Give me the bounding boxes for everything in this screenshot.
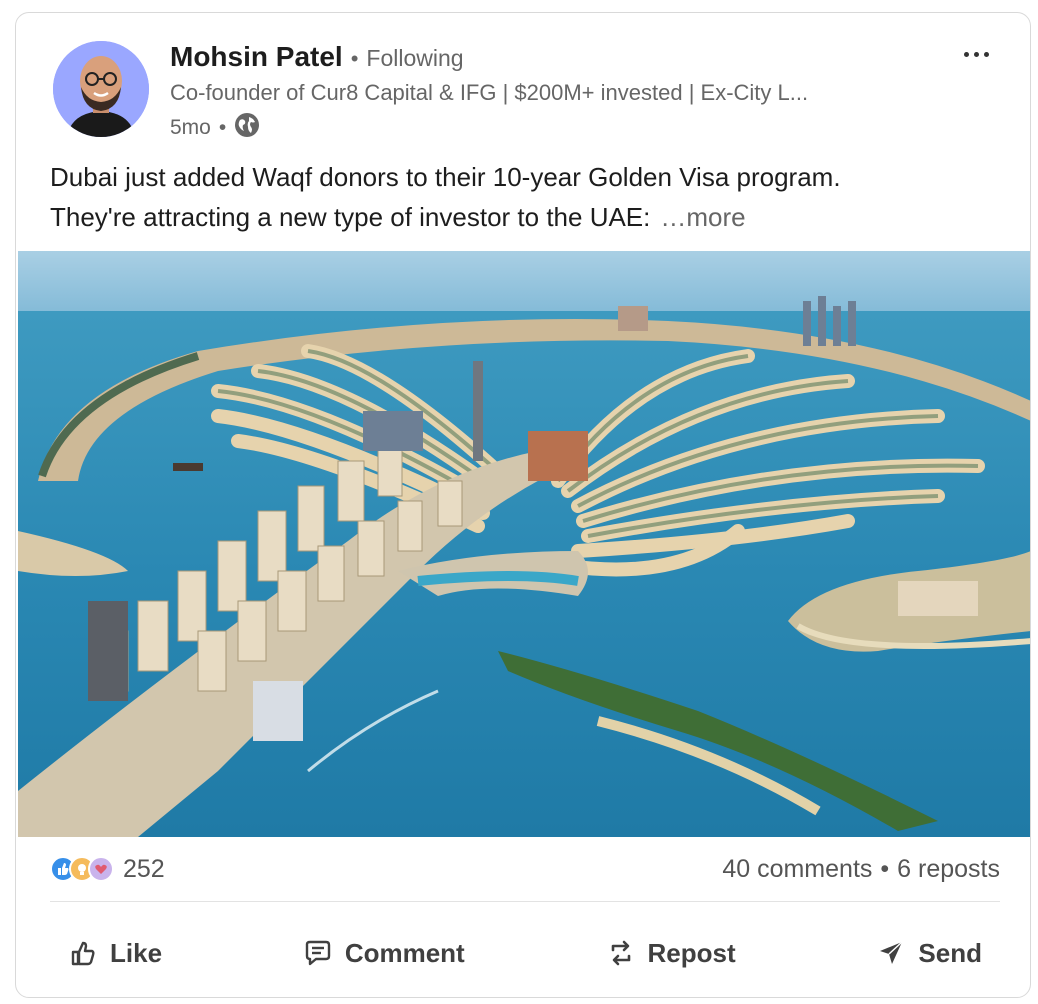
support-reaction-icon <box>88 856 114 882</box>
like-label: Like <box>110 937 163 968</box>
reaction-summary[interactable]: 252 <box>50 855 165 884</box>
comments-count[interactable]: 40 comments <box>722 855 872 884</box>
post-time[interactable]: 5mo <box>170 116 211 140</box>
author-name[interactable]: Mohsin Patel <box>170 41 343 73</box>
reposts-count[interactable]: 6 reposts <box>897 855 1000 884</box>
send-label: Send <box>918 937 982 968</box>
author-avatar[interactable] <box>53 41 149 137</box>
post-text-line-1: Dubai just added Waqf donors to their 10… <box>50 162 841 192</box>
see-more-link[interactable]: …more <box>660 202 745 232</box>
send-button[interactable]: Send <box>858 930 1000 977</box>
post-card: Mohsin Patel • Following Co-founder of C… <box>15 12 1031 998</box>
send-icon <box>880 941 903 964</box>
more-dot <box>973 51 979 57</box>
post-text: Dubai just added Waqf donors to their 10… <box>50 157 1000 237</box>
post-image[interactable] <box>18 251 1031 837</box>
comment-label: Comment <box>344 937 465 968</box>
repost-icon <box>611 940 630 966</box>
globe-icon <box>234 112 260 144</box>
counts-separator: • <box>880 854 890 883</box>
comment-icon <box>305 940 331 966</box>
post-text-line-2: They're attracting a new type of investo… <box>50 202 651 232</box>
repost-label: Repost <box>647 937 736 968</box>
reaction-count[interactable]: 252 <box>123 855 165 884</box>
like-button[interactable]: Like <box>50 930 180 977</box>
more-dot <box>983 51 989 57</box>
time-separator: • <box>218 116 227 139</box>
name-separator: • <box>350 46 359 71</box>
more-dot <box>963 51 969 57</box>
author-headline: Co-founder of Cur8 Capital & IFG | $200M… <box>170 80 809 105</box>
like-icon <box>71 941 95 966</box>
actions-divider <box>50 901 1000 902</box>
more-options-button[interactable] <box>956 37 996 71</box>
post-actions: Like Comment Repost Send <box>50 923 1000 983</box>
following-status[interactable]: Following <box>366 45 463 72</box>
repost-button[interactable]: Repost <box>588 930 754 977</box>
comment-button[interactable]: Comment <box>285 930 483 977</box>
